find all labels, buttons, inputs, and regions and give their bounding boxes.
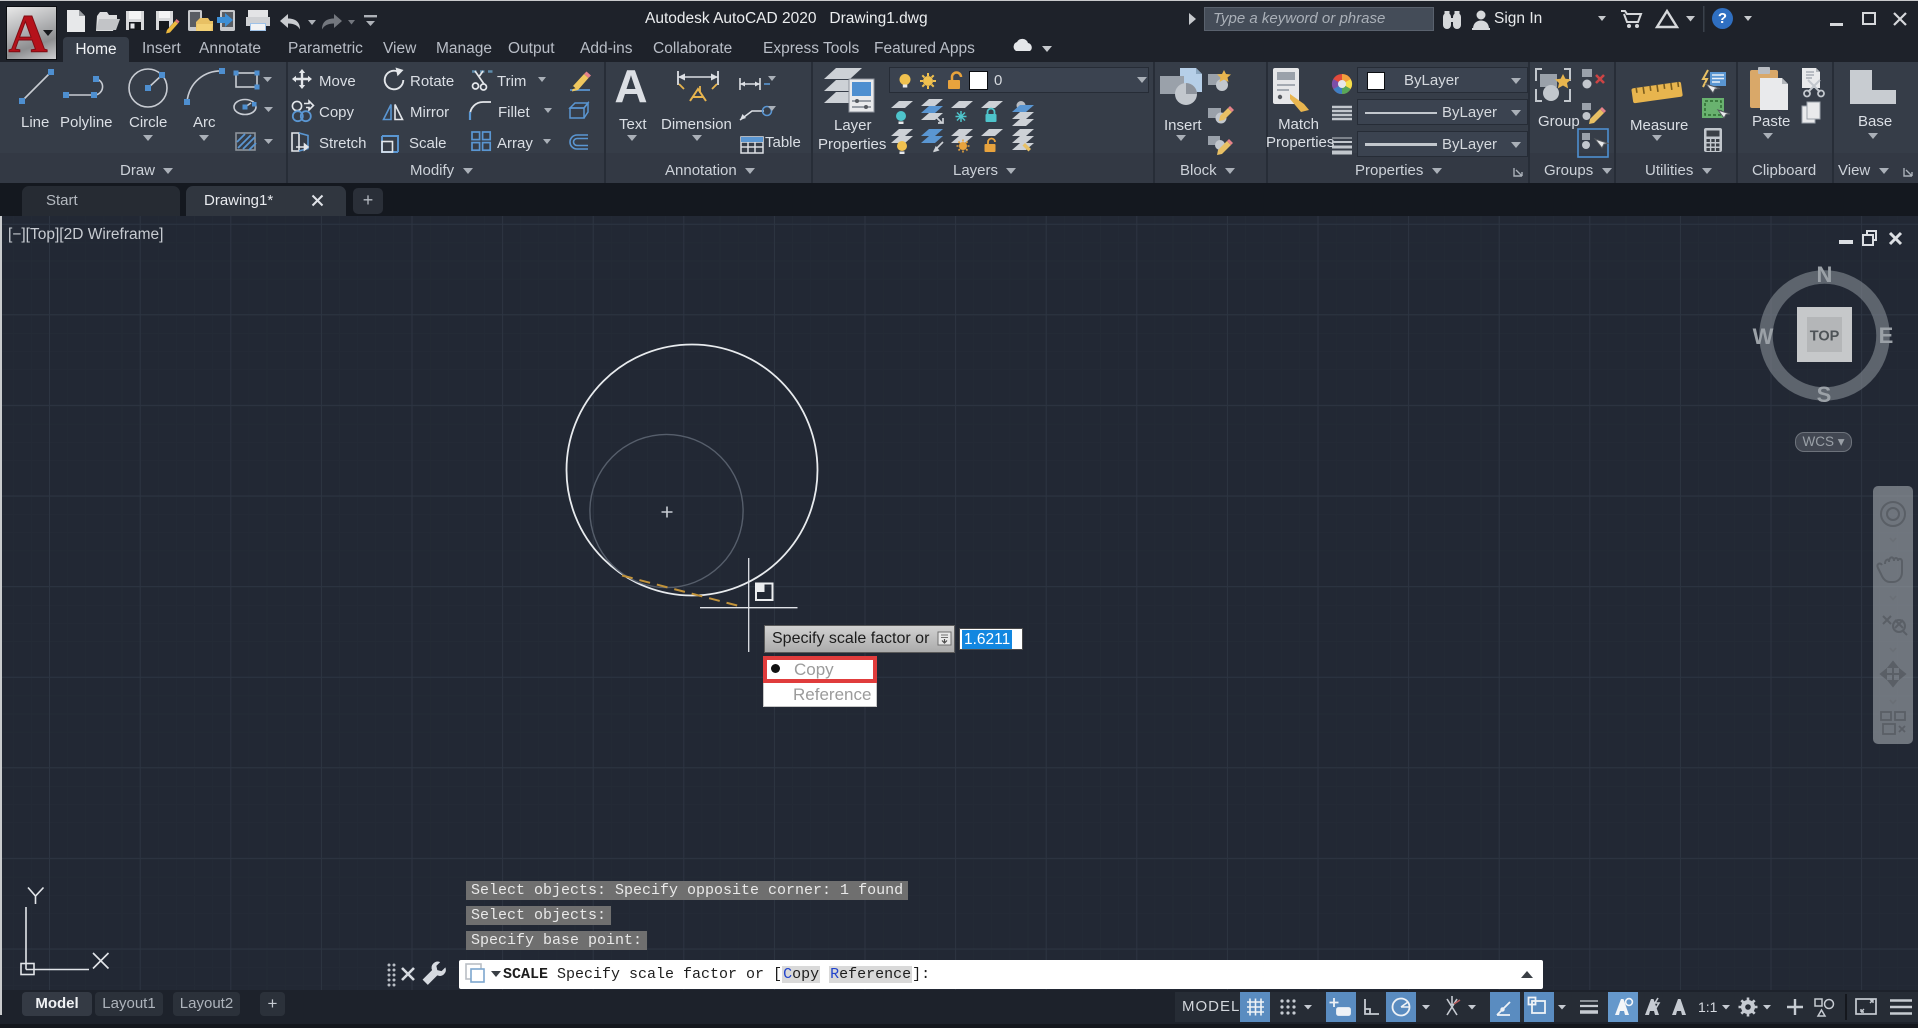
svg-text:A: A: [9, 4, 48, 64]
svg-text:W: W: [1753, 324, 1774, 349]
svg-text:TOP: TOP: [1810, 329, 1840, 345]
svg-text:1:1: 1:1: [1698, 999, 1718, 1015]
svg-text:S: S: [1817, 382, 1832, 407]
svg-text:N: N: [1817, 262, 1833, 287]
svg-text:E: E: [1879, 323, 1894, 348]
